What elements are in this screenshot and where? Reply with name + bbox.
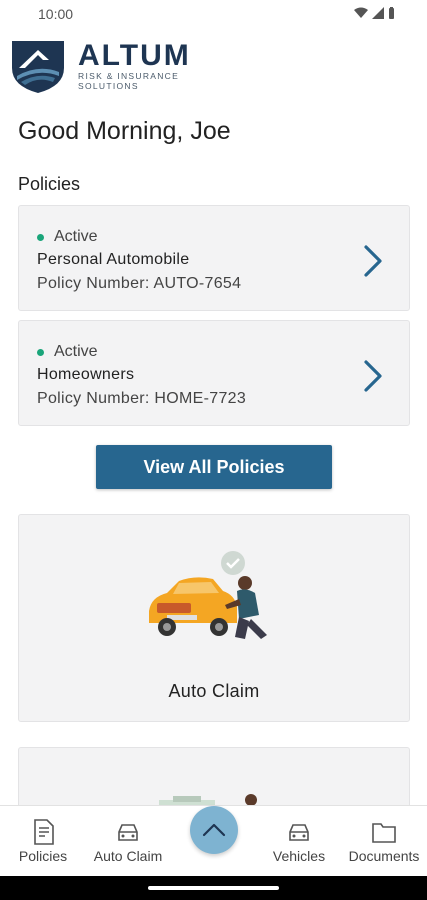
auto-claim-card[interactable]: Auto Claim — [18, 514, 410, 722]
nav-label: Vehicles — [272, 848, 326, 864]
car-repair-illustration-icon — [149, 551, 267, 639]
system-gesture-bar — [0, 876, 427, 900]
policy-card[interactable]: Active Homeowners Policy Number: HOME-77… — [18, 320, 410, 426]
nav-item-vehicles[interactable]: Vehicles — [264, 806, 334, 877]
document-icon — [34, 819, 54, 845]
policies-section-title: Policies — [18, 174, 81, 194]
car-icon — [118, 824, 138, 841]
policy-status-label: Active — [54, 228, 98, 245]
nav-item-auto-claim[interactable]: Auto Claim — [84, 806, 172, 877]
policy-status-label: Active — [54, 343, 98, 360]
status-bar: 10:00 — [0, 0, 427, 30]
chevron-right-icon[interactable] — [363, 244, 383, 278]
chevron-up-icon — [202, 823, 226, 837]
altum-logo: ALTUM RISK & INSURANCE SOLUTIONS — [9, 38, 229, 94]
car-icon — [289, 824, 309, 841]
nav-item-documents[interactable]: Documents — [342, 806, 426, 877]
scroll-up-button[interactable] — [190, 806, 238, 854]
brand-tagline: RISK & INSURANCE SOLUTIONS — [78, 71, 180, 91]
nav-label: Policies — [18, 848, 68, 864]
view-all-policies-button[interactable]: View All Policies — [96, 445, 332, 489]
policy-name: Homeowners — [37, 366, 135, 383]
status-dot-icon — [37, 348, 44, 356]
altum-shield-logo-icon — [12, 41, 64, 93]
policy-name: Personal Automobile — [37, 251, 190, 268]
auto-claim-label: Auto Claim — [168, 681, 260, 701]
battery-icon — [389, 7, 394, 19]
policy-number: Policy Number: HOME-7723 — [37, 390, 247, 407]
signal-icon — [372, 7, 384, 19]
greeting-title: Good Morning, Joe — [18, 117, 231, 145]
folder-icon — [372, 823, 396, 843]
policy-card[interactable]: Active Personal Automobile Policy Number… — [18, 205, 410, 311]
nav-item-policies[interactable]: Policies — [10, 806, 76, 877]
status-dot-icon — [37, 233, 44, 241]
status-icons — [354, 7, 395, 19]
nav-label: Documents — [348, 848, 420, 864]
wifi-icon — [354, 7, 368, 18]
chevron-right-icon[interactable] — [363, 359, 383, 393]
home-gesture-handle[interactable] — [148, 886, 279, 890]
policy-status: Active — [37, 228, 98, 246]
policy-number: Policy Number: AUTO-7654 — [37, 275, 242, 292]
brand-name: ALTUM — [78, 39, 191, 72]
status-time: 10:00 — [38, 6, 74, 22]
nav-label: Auto Claim — [93, 848, 163, 864]
policy-status: Active — [37, 343, 98, 361]
